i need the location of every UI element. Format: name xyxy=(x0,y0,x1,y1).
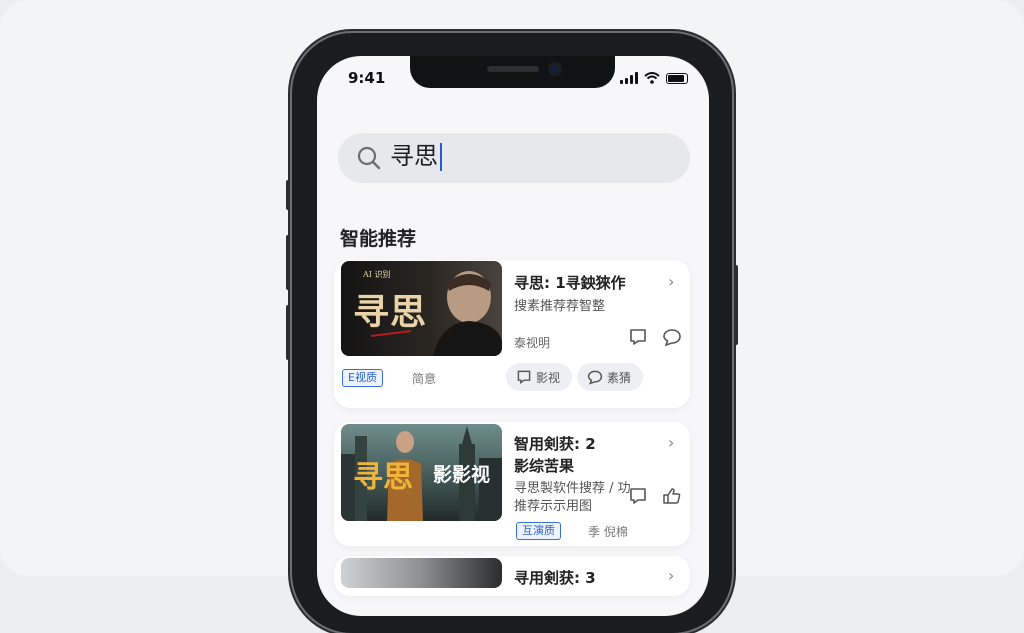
card-2-title-line1: 智用剣获: 2 xyxy=(514,435,596,453)
chevron-right-icon[interactable]: › xyxy=(668,272,674,291)
pill-button-1[interactable]: 影视 xyxy=(506,363,572,391)
wifi-icon xyxy=(644,72,660,84)
chat-icon xyxy=(517,370,531,385)
card-2-sub-line2: 推荐示示用图 xyxy=(514,499,593,514)
pill-label: 影视 xyxy=(536,370,561,385)
card-2-sub-line1: 寻思製软件搜荐 / 功 xyxy=(514,481,631,496)
thumb-caption: AI 识别 xyxy=(363,270,391,279)
volume-up-button xyxy=(286,235,290,290)
card-1-thumbnail[interactable]: AI 识别 寻思 xyxy=(341,261,502,356)
card-1-label: 简意 xyxy=(412,372,437,386)
battery-icon xyxy=(666,72,688,84)
mute-switch xyxy=(286,180,290,210)
speaker xyxy=(487,66,539,72)
thumb-title: 寻思 xyxy=(353,292,428,333)
card-1-meta: 泰视明 xyxy=(514,336,551,350)
text-caret xyxy=(440,143,442,171)
card-3-title: 寻用剣获: 3 xyxy=(514,569,596,587)
front-camera xyxy=(548,62,562,76)
search-input[interactable]: 寻思 xyxy=(390,140,442,172)
notch xyxy=(410,56,615,88)
card-1-subtitle: 搜素推荐荐智整 xyxy=(514,299,606,314)
search-icon xyxy=(357,146,381,170)
power-button xyxy=(734,265,738,345)
card-2-thumbnail[interactable]: 寻思 影影视 xyxy=(341,424,502,521)
pill-label: 素猜 xyxy=(607,370,632,385)
chevron-right-icon[interactable]: › xyxy=(668,433,674,452)
search-query: 寻思 xyxy=(390,142,438,170)
volume-down-button xyxy=(286,305,290,360)
section-title: 智能推荐 xyxy=(340,228,417,250)
comment-icon[interactable] xyxy=(662,327,682,347)
pill-button-2[interactable]: 素猜 xyxy=(577,363,643,391)
status-time: 9:41 xyxy=(348,69,386,87)
status-icons xyxy=(620,71,688,85)
thumb-title-secondary: 影影视 xyxy=(433,464,491,486)
bookmark-icon[interactable] xyxy=(628,486,648,506)
thumb-title: 寻思 xyxy=(353,460,413,495)
card-1-tag: E视质 xyxy=(342,369,383,387)
card-2-title-line2: 影综苦果 xyxy=(514,457,575,475)
like-icon[interactable] xyxy=(662,486,682,506)
card-2-label: 季 倪棉 xyxy=(588,525,628,539)
card-2-tag: 互演质 xyxy=(516,522,561,540)
chat-icon xyxy=(587,370,603,385)
bookmark-icon[interactable] xyxy=(628,327,648,347)
card-1-title: 寻思: 1寻鉠猍作 xyxy=(514,274,626,292)
card-3-thumbnail[interactable] xyxy=(341,558,502,588)
signal-icon xyxy=(620,72,638,84)
